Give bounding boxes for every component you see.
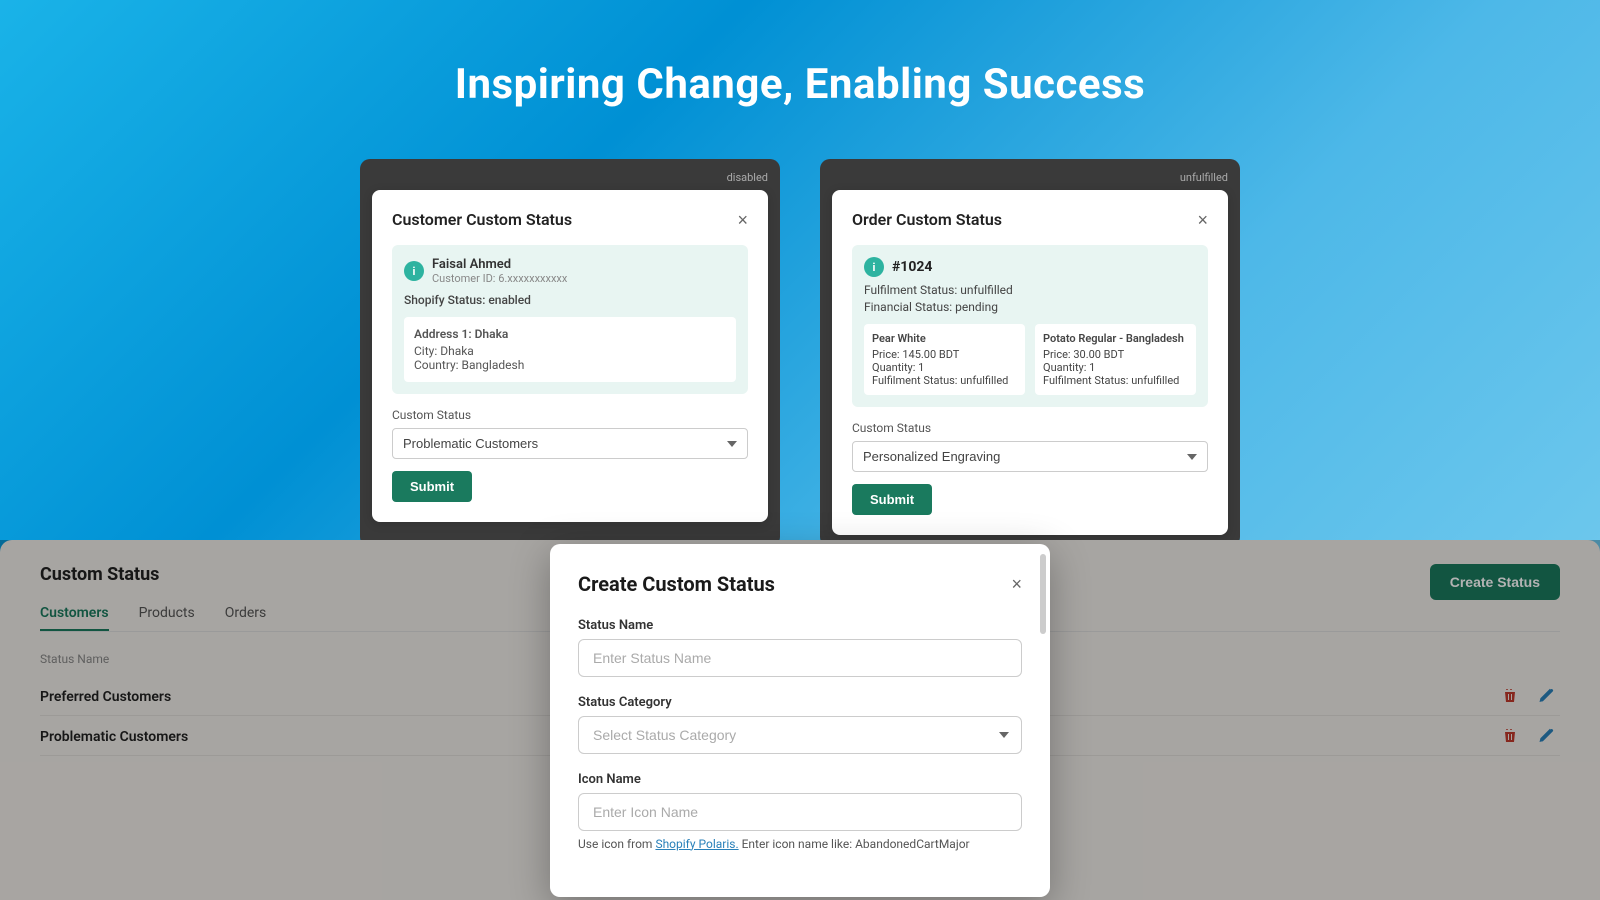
hero-section: Inspiring Change, Enabling Success	[0, 0, 1600, 149]
customer-name-block: Faisal Ahmed Customer ID: 6.xxxxxxxxxxx	[432, 257, 567, 285]
icon-name-group: Icon Name Use icon from Shopify Polaris.…	[578, 772, 1022, 851]
customer-address-title: Address 1: Dhaka	[414, 327, 726, 341]
order-card-label: unfulfilled	[832, 171, 1228, 184]
icon-name-label: Icon Name	[578, 772, 1022, 787]
status-category-select[interactable]: Select Status Category	[578, 716, 1022, 754]
shopify-status: Shopify Status: enabled	[404, 293, 736, 307]
order-item2-qty: Quantity: 1	[1043, 361, 1188, 374]
order-fulfillment-status: Fulfilment Status: unfulfilled	[864, 283, 1196, 297]
order-custom-status-label: Custom Status	[852, 421, 1208, 435]
customer-info-box: i Faisal Ahmed Customer ID: 6.xxxxxxxxxx…	[392, 245, 748, 394]
order-item-2: Potato Regular - Bangladesh Price: 30.00…	[1035, 324, 1196, 395]
order-item2-name: Potato Regular - Bangladesh	[1043, 332, 1188, 345]
customer-modal-card: Customer Custom Status × i Faisal Ahmed …	[372, 190, 768, 522]
order-items-row: Pear White Price: 145.00 BDT Quantity: 1…	[864, 324, 1196, 395]
hero-title: Inspiring Change, Enabling Success	[0, 60, 1600, 109]
customer-modal-title: Customer Custom Status	[392, 210, 572, 229]
order-info-icon: i	[864, 257, 884, 277]
order-status-select[interactable]: Personalized Engraving	[852, 441, 1208, 472]
order-info-box: i #1024 Fulfilment Status: unfulfilled F…	[852, 245, 1208, 407]
order-modal-title: Order Custom Status	[852, 210, 1002, 229]
customer-name: Faisal Ahmed	[432, 257, 567, 272]
order-financial-status: Financial Status: pending	[864, 300, 1196, 314]
status-name-input[interactable]	[578, 639, 1022, 677]
customer-modal-header: Customer Custom Status ×	[392, 210, 748, 229]
customer-close-button[interactable]: ×	[737, 211, 748, 229]
customer-address-country: Country: Bangladesh	[414, 358, 726, 372]
customer-id: Customer ID: 6.xxxxxxxxxxx	[432, 272, 567, 285]
order-modal-header: Order Custom Status ×	[852, 210, 1208, 229]
create-modal: Create Custom Status × Status Name Statu…	[550, 544, 1050, 897]
status-name-group: Status Name	[578, 618, 1022, 677]
shopify-polaris-link[interactable]: Shopify Polaris.	[655, 837, 738, 851]
icon-name-input[interactable]	[578, 793, 1022, 831]
customer-card-label: disabled	[372, 171, 768, 184]
customer-address-box: Address 1: Dhaka City: Dhaka Country: Ba…	[404, 317, 736, 382]
create-modal-close-button[interactable]: ×	[1011, 575, 1022, 593]
customer-address-city: City: Dhaka	[414, 344, 726, 358]
order-item-1: Pear White Price: 145.00 BDT Quantity: 1…	[864, 324, 1025, 395]
form-hint-text: Use icon from	[578, 837, 652, 851]
order-submit-button[interactable]: Submit	[852, 484, 932, 515]
order-card-wrapper: unfulfilled Order Custom Status × i #102…	[820, 159, 1240, 547]
order-header: i #1024	[864, 257, 1196, 277]
order-item1-qty: Quantity: 1	[872, 361, 1017, 374]
form-hint: Use icon from Shopify Polaris. Enter ico…	[578, 837, 1022, 851]
order-number: #1024	[892, 259, 932, 275]
customer-info-header: i Faisal Ahmed Customer ID: 6.xxxxxxxxxx…	[404, 257, 736, 285]
form-hint-example: Enter icon name like: AbandonedCartMajor	[742, 837, 970, 851]
modal-scrollbar[interactable]	[1040, 554, 1046, 634]
status-category-label: Status Category	[578, 695, 1022, 710]
customer-card-wrapper: disabled Customer Custom Status × i Fais…	[360, 159, 780, 547]
customer-info-icon: i	[404, 261, 424, 281]
create-modal-title: Create Custom Status	[578, 572, 775, 596]
status-category-group: Status Category Select Status Category	[578, 695, 1022, 754]
order-close-button[interactable]: ×	[1197, 211, 1208, 229]
order-item2-status: Fulfilment Status: unfulfilled	[1043, 374, 1188, 387]
status-name-label: Status Name	[578, 618, 1022, 633]
customer-custom-status-label: Custom Status	[392, 408, 748, 422]
order-item2-price: Price: 30.00 BDT	[1043, 348, 1188, 361]
order-item1-price: Price: 145.00 BDT	[872, 348, 1017, 361]
order-modal-card: Order Custom Status × i #1024 Fulfilment…	[832, 190, 1228, 535]
order-item1-status: Fulfilment Status: unfulfilled	[872, 374, 1017, 387]
cards-row: disabled Customer Custom Status × i Fais…	[0, 159, 1600, 547]
bottom-section: Custom Status Create Status Customers Pr…	[0, 540, 1600, 900]
customer-status-select[interactable]: Problematic Customers	[392, 428, 748, 459]
create-modal-header: Create Custom Status ×	[578, 572, 1022, 596]
create-modal-overlay: Create Custom Status × Status Name Statu…	[0, 540, 1600, 900]
customer-submit-button[interactable]: Submit	[392, 471, 472, 502]
order-item1-name: Pear White	[872, 332, 1017, 345]
